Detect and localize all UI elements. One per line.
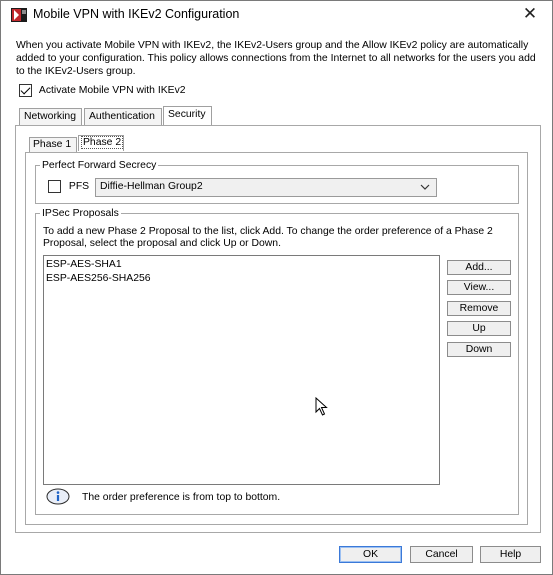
tab-label: Authentication xyxy=(89,111,155,122)
close-button[interactable]: ✕ xyxy=(512,1,548,27)
title-bar: Mobile VPN with IKEv2 Configuration ✕ xyxy=(1,1,552,29)
down-button[interactable]: Down xyxy=(447,342,511,357)
up-button[interactable]: Up xyxy=(447,321,511,336)
close-icon: ✕ xyxy=(522,4,538,23)
cancel-button[interactable]: Cancel xyxy=(410,546,473,563)
description-text: When you activate Mobile VPN with IKEv2,… xyxy=(16,40,536,78)
subtab-phase2[interactable]: Phase 2 xyxy=(78,135,124,151)
info-icon xyxy=(46,488,70,505)
dialog-window: Mobile VPN with IKEv2 Configuration ✕ Wh… xyxy=(0,0,553,575)
tab-security[interactable]: Security xyxy=(163,106,212,125)
subtab-label: Phase 1 xyxy=(33,139,72,150)
ipsec-instructions: To add a new Phase 2 Proposal to the lis… xyxy=(43,226,493,250)
pfs-row: PFS xyxy=(48,180,89,193)
subtab-label: Phase 2 xyxy=(80,136,124,149)
list-item[interactable]: ESP-AES256-SHA256 xyxy=(46,273,151,284)
proposals-list[interactable]: ESP-AES-SHA1 ESP-AES256-SHA256 xyxy=(43,255,440,485)
view-button[interactable]: View... xyxy=(447,280,511,295)
activate-row: Activate Mobile VPN with IKEv2 xyxy=(19,84,186,97)
tab-networking[interactable]: Networking xyxy=(19,108,82,125)
window-title: Mobile VPN with IKEv2 Configuration xyxy=(33,7,240,21)
tab-label: Networking xyxy=(24,111,76,122)
help-button[interactable]: Help xyxy=(480,546,541,563)
ipsec-group-legend: IPSec Proposals xyxy=(42,208,119,219)
activate-checkbox[interactable] xyxy=(19,84,32,97)
watchguard-icon xyxy=(11,8,27,22)
tab-label: Security xyxy=(168,109,206,120)
pfs-label: PFS xyxy=(68,181,90,192)
chevron-down-icon xyxy=(420,184,430,190)
dh-group-select[interactable]: Diffie-Hellman Group2 xyxy=(95,178,437,197)
pfs-group-legend: Perfect Forward Secrecy xyxy=(42,160,157,171)
pfs-checkbox[interactable] xyxy=(48,180,61,193)
info-text: The order preference is from top to bott… xyxy=(82,492,281,503)
add-button[interactable]: Add... xyxy=(447,260,511,275)
subtab-phase1[interactable]: Phase 1 xyxy=(29,137,77,152)
mouse-pointer-icon xyxy=(315,397,328,416)
tab-authentication[interactable]: Authentication xyxy=(84,108,162,125)
remove-button[interactable]: Remove xyxy=(447,301,511,316)
dh-group-value: Diffie-Hellman Group2 xyxy=(100,181,203,192)
activate-label: Activate Mobile VPN with IKEv2 xyxy=(38,85,186,96)
ok-button[interactable]: OK xyxy=(339,546,402,563)
list-item[interactable]: ESP-AES-SHA1 xyxy=(46,259,122,270)
